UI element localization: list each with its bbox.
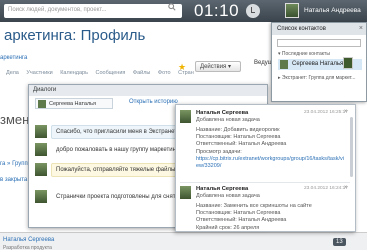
avatar	[35, 190, 47, 203]
group-link[interactable]: аркетинга	[0, 55, 27, 61]
moderator-label: Ведущ	[254, 60, 273, 66]
star-icon[interactable]: ★	[178, 62, 186, 73]
page-title: аркетинга: Профиль	[4, 27, 146, 44]
actions-button[interactable]: Действия ▾	[195, 61, 241, 72]
avatar	[38, 100, 46, 108]
notification-body: Название: Добавить видеоролик Постановщи…	[196, 127, 346, 170]
group-tabs: Дела Участники Календарь Сообщения Файлы…	[6, 70, 200, 76]
bottom-user-link[interactable]: Наталья Сергеева	[3, 237, 54, 243]
divider	[180, 182, 350, 183]
dialog-title: Диалоги	[29, 85, 267, 96]
closed-link[interactable]: в закрыта	[0, 177, 27, 183]
avatar[interactable]	[343, 57, 353, 69]
close-icon[interactable]: ×	[344, 185, 348, 191]
scrollbar[interactable]	[350, 117, 353, 177]
avatar	[35, 163, 47, 176]
clock-icon[interactable]	[246, 4, 260, 18]
contact-name: Сергеева Наталья	[292, 61, 344, 67]
notification-action: Добавлена новая задача	[196, 193, 260, 199]
bottom-bar	[0, 232, 367, 250]
tab-calendar[interactable]: Календарь	[60, 70, 88, 76]
tab-photo[interactable]: Фото	[158, 70, 171, 76]
user-name[interactable]: Наталья Андреева	[304, 7, 361, 14]
notification-author[interactable]: Наталья Сергеева	[196, 110, 248, 116]
notification-time: 23.04.2012 16:24:17	[304, 186, 349, 191]
notification-time: 23.04.2012 16:25:17	[304, 110, 349, 115]
contacts-title: Список контактов	[272, 23, 366, 35]
close-icon[interactable]: ×	[359, 25, 363, 32]
top-header: Поиск людей, документов, проект... 01:10…	[0, 0, 367, 22]
recent-contacts-group[interactable]: ▾ Последние контакты	[278, 51, 330, 57]
tab-messages[interactable]: Сообщения	[96, 70, 126, 76]
breadcrumb-link[interactable]: га » Группа	[0, 161, 31, 167]
clock: 01:10	[194, 1, 240, 20]
avatar	[280, 60, 288, 69]
open-history-link[interactable]: Открыть историю	[129, 99, 178, 105]
search-icon[interactable]	[168, 3, 176, 11]
notification-author[interactable]: Наталья Сергеева	[196, 186, 248, 192]
dialog-tab-label: Сергеева Наталья	[49, 101, 97, 107]
avatar	[35, 143, 47, 156]
tab-members[interactable]: Участники	[26, 70, 52, 76]
notifications-counter[interactable]: 13	[333, 238, 346, 246]
avatar	[180, 186, 191, 199]
bottom-user-dept: Разработка продукта	[3, 245, 52, 251]
task-link[interactable]: https://cp.bitrix.ru/extranet/workgroups…	[196, 156, 346, 170]
contacts-search-input[interactable]	[277, 39, 361, 47]
notifications-panel: Наталья Сергеева 23.04.2012 16:25:17 Доб…	[175, 104, 356, 232]
dialog-tab[interactable]: Сергеева Наталья	[35, 98, 113, 109]
avatar	[35, 125, 47, 138]
notification-action: Добавлена новая задача	[196, 117, 260, 123]
tab-files[interactable]: Файлы	[133, 70, 150, 76]
search-input[interactable]: Поиск людей, документов, проект...	[4, 4, 182, 18]
close-icon[interactable]: ×	[344, 109, 348, 115]
tab-tasks[interactable]: Дела	[6, 70, 19, 76]
avatar[interactable]	[285, 3, 299, 18]
avatar	[180, 110, 191, 123]
notification-body: Название: Заменить все скриншоты на сайт…	[196, 203, 312, 231]
extranet-group[interactable]: ▸ Экстранет: Группа для маркет...	[278, 75, 355, 81]
